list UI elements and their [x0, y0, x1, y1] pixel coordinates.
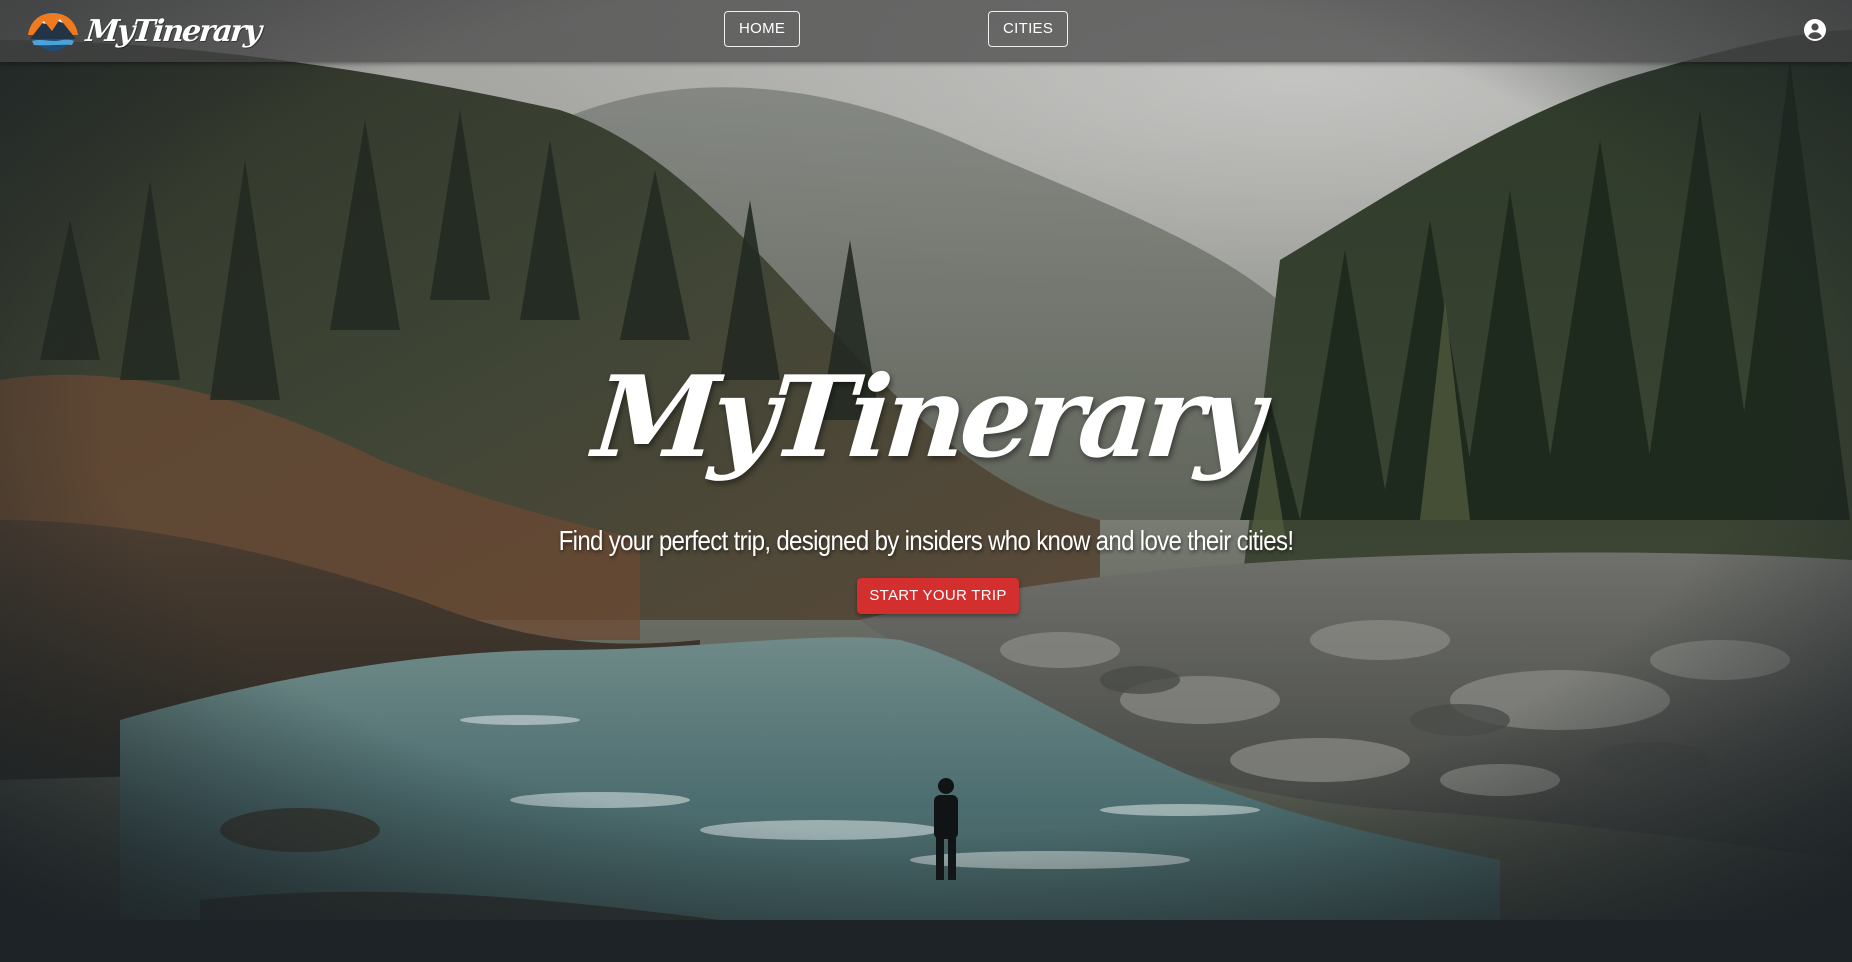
- account-circle-icon[interactable]: [1803, 18, 1827, 42]
- nav-cities-button[interactable]: CITIES: [988, 11, 1068, 47]
- hero-tagline: Find your perfect trip, designed by insi…: [558, 525, 1294, 556]
- nav-home-button[interactable]: HOME: [724, 11, 800, 47]
- brand-logo-link[interactable]: MyTinerary: [22, 7, 262, 55]
- page: MyTinerary HOME CITIES MyTinerary Find y…: [0, 0, 1852, 962]
- start-your-trip-button[interactable]: START YOUR TRIP: [857, 578, 1019, 614]
- brand-wordmark: MyTinerary: [84, 13, 262, 49]
- hero-title: MyTinerary: [588, 352, 1264, 483]
- navbar: MyTinerary HOME CITIES: [0, 0, 1852, 62]
- mountain-logo-icon: [28, 11, 78, 51]
